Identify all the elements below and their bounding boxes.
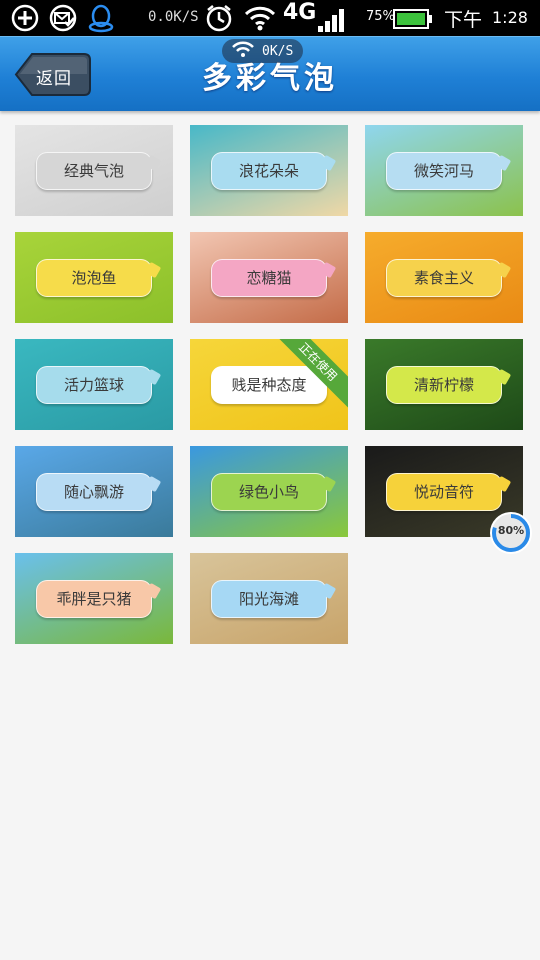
bubble-label: 恋糖猫 bbox=[211, 258, 327, 297]
bubble-label: 随心飘游 bbox=[36, 472, 152, 511]
bubble-theme-tile[interactable]: 浪花朵朵 bbox=[190, 125, 348, 216]
wifi-speed-overlay: 0K/S bbox=[222, 39, 304, 63]
bubble-label: 绿色小鸟 bbox=[211, 472, 327, 511]
bubble-theme-tile[interactable]: 清新柠檬 bbox=[365, 339, 523, 430]
bubble-theme-tile[interactable]: 泡泡鱼 bbox=[15, 232, 173, 323]
status-bar: 0.0K/S 4G 75% 下午 1:28 bbox=[0, 0, 540, 36]
network-type: 4G bbox=[283, 0, 317, 25]
bubble-label: 经典气泡 bbox=[36, 151, 152, 190]
battery-icon bbox=[393, 9, 433, 33]
notification-icons bbox=[10, 3, 116, 33]
bubble-theme-tile[interactable]: 活力篮球 bbox=[15, 339, 173, 430]
signal-icon bbox=[318, 8, 346, 36]
bubble-label: 清新柠檬 bbox=[386, 365, 502, 404]
progress-label: 80% bbox=[497, 524, 525, 537]
bubble-theme-tile[interactable]: 经典气泡 bbox=[15, 125, 173, 216]
qq-penguin-icon bbox=[86, 3, 116, 33]
network-speed: 0.0K/S bbox=[148, 9, 199, 25]
bubble-label: 浪花朵朵 bbox=[211, 151, 327, 190]
bubble-theme-tile[interactable]: 素食主义 bbox=[365, 232, 523, 323]
progress-badge: 80% bbox=[488, 510, 534, 556]
wifi-speed: 0K/S bbox=[262, 43, 294, 59]
bubble-label: 贱是种态度 bbox=[211, 365, 327, 404]
bubble-theme-tile[interactable]: 绿色小鸟 bbox=[190, 446, 348, 537]
alarm-icon bbox=[204, 3, 234, 37]
bubble-label: 阳光海滩 bbox=[211, 579, 327, 618]
mail-check-icon bbox=[48, 3, 78, 33]
bubble-theme-tile[interactable]: 阳光海滩 bbox=[190, 553, 348, 644]
bubble-label: 素食主义 bbox=[386, 258, 502, 297]
time-period: 下午 bbox=[444, 9, 483, 31]
bubble-label: 泡泡鱼 bbox=[36, 258, 152, 297]
bubble-theme-tile[interactable]: 贱是种态度 正在使用 bbox=[190, 339, 348, 430]
bubble-theme-tile[interactable]: 随心飘游 bbox=[15, 446, 173, 537]
bubble-theme-tile[interactable]: 恋糖猫 bbox=[190, 232, 348, 323]
bubble-label: 活力篮球 bbox=[36, 365, 152, 404]
battery-percent: 75% bbox=[366, 9, 395, 24]
bubble-label: 乖胖是只猪 bbox=[36, 579, 152, 618]
wifi-icon bbox=[244, 5, 276, 35]
bubble-theme-tile[interactable]: 乖胖是只猪 bbox=[15, 553, 173, 644]
clock: 1:28 bbox=[492, 8, 528, 27]
wifi-small-icon bbox=[232, 41, 254, 61]
bubble-theme-tile[interactable]: 微笑河马 bbox=[365, 125, 523, 216]
add-circle-icon bbox=[10, 3, 40, 33]
bubble-label: 悦动音符 bbox=[386, 472, 502, 511]
title-bar: 返回 多彩气泡 0K/S bbox=[0, 36, 540, 111]
bubble-label: 微笑河马 bbox=[386, 151, 502, 190]
